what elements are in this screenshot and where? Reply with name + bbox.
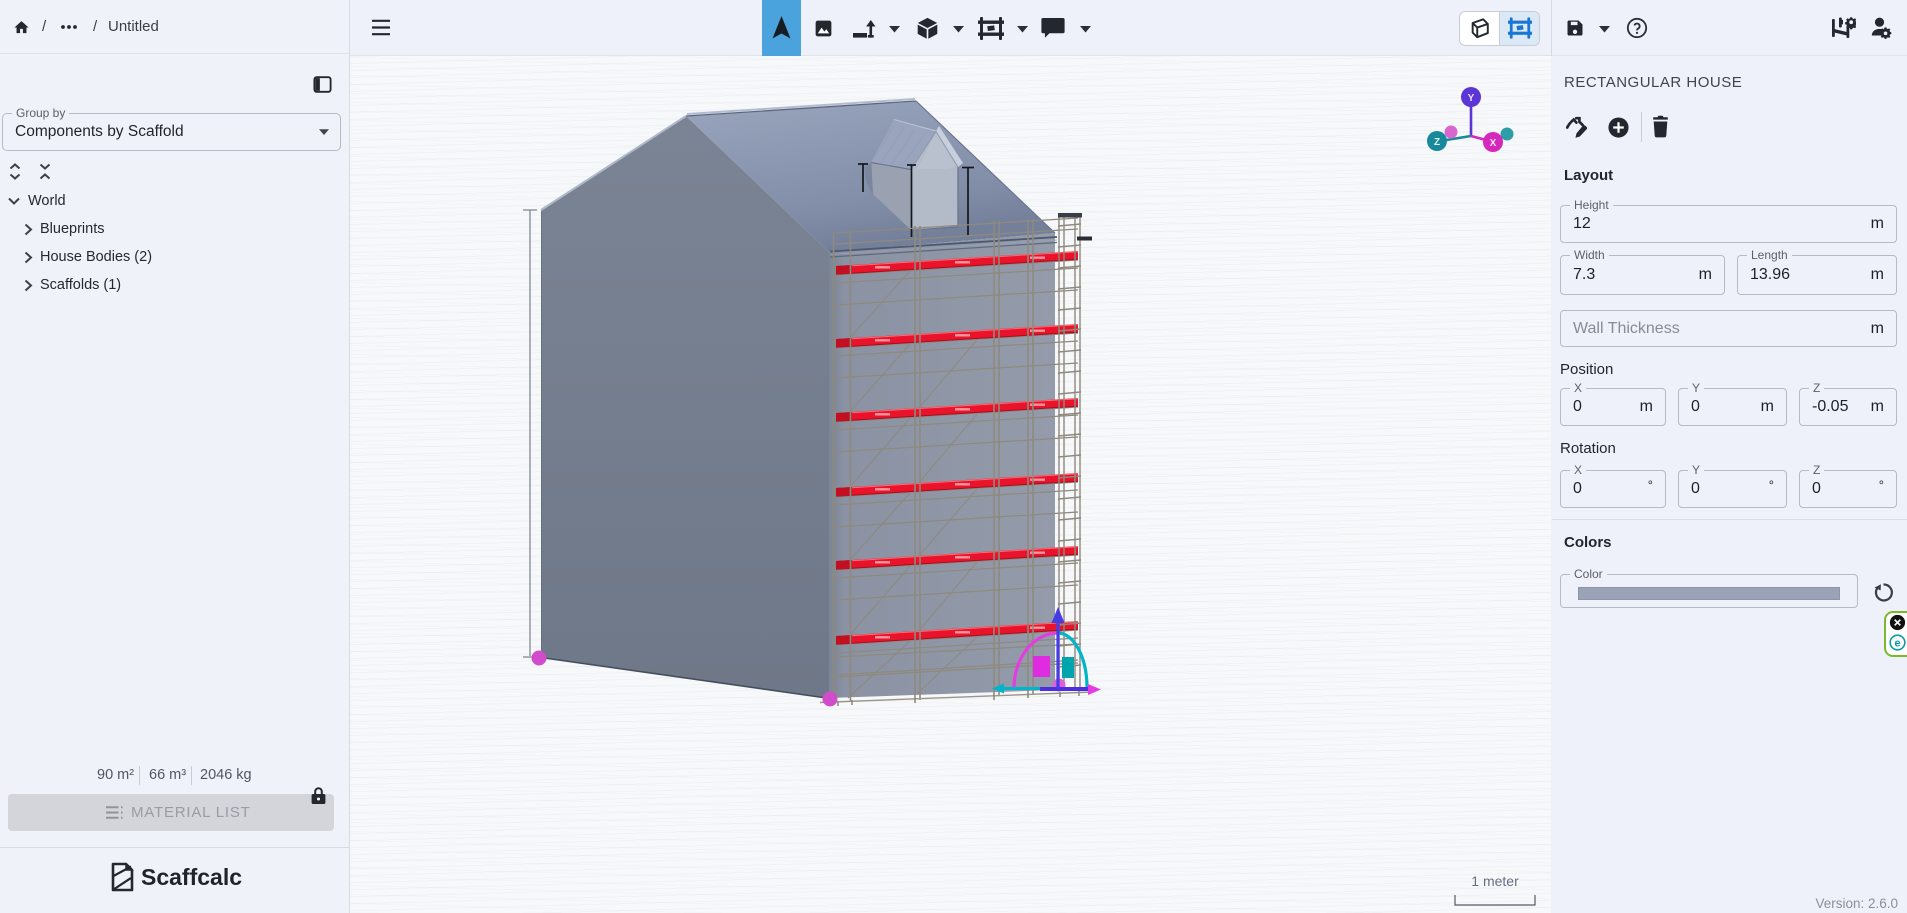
- svg-text:X: X: [1490, 138, 1497, 149]
- svg-text:Z: Z: [1434, 137, 1440, 148]
- svg-text:1 meter: 1 meter: [1471, 873, 1519, 889]
- svg-text:e: e: [1894, 637, 1900, 649]
- svg-text:Y: Y: [1468, 93, 1475, 104]
